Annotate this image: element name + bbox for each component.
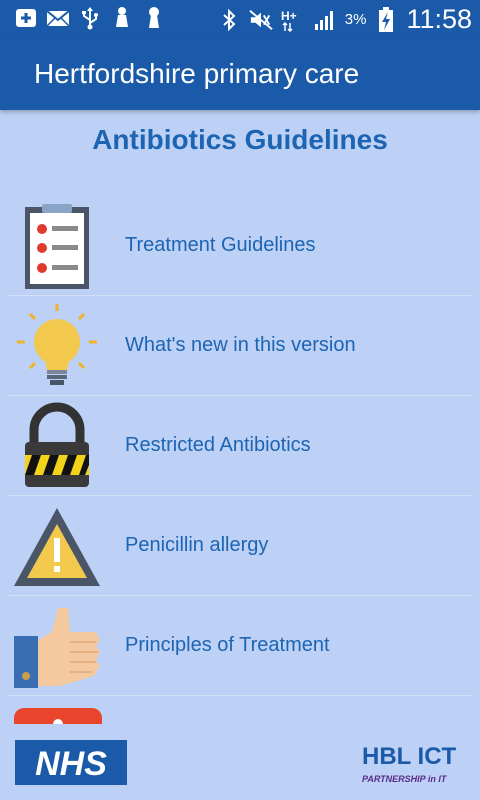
usb-icon xyxy=(78,6,102,30)
battery-percentage: 3% xyxy=(344,11,367,28)
thumbs-up-icon xyxy=(12,602,102,690)
menu-item-principles-of-treatment[interactable]: Principles of Treatment xyxy=(8,596,472,696)
bell-icon xyxy=(110,6,134,30)
keyhole-icon xyxy=(142,6,166,30)
app-bar: Hertfordshire primary care xyxy=(0,38,480,110)
menu-item-label: Treatment Guidelines xyxy=(125,234,316,256)
padlock-icon xyxy=(12,402,102,490)
mute-icon xyxy=(249,8,273,32)
hbl-ict-logo: HBL ICT PARTNERSHIP in IT xyxy=(362,740,466,785)
menu-item-partial[interactable] xyxy=(8,696,472,724)
menu-item-label: Penicillin allergy xyxy=(125,534,269,556)
clock: 11:58 xyxy=(406,4,472,34)
menu-item-label: What's new in this version xyxy=(125,334,356,356)
warning-icon xyxy=(12,502,102,590)
status-icons-right: H+ 3% 11:58 xyxy=(217,4,472,35)
bluetooth-icon xyxy=(217,8,241,32)
battery-charging-icon xyxy=(374,6,398,32)
status-icons-left xyxy=(14,6,166,30)
page-title: Antibiotics Guidelines xyxy=(92,124,388,155)
add-icon xyxy=(14,6,38,30)
menu-list: Treatment Guidelines What's new in this … xyxy=(0,196,480,724)
hbl-tagline: PARTNERSHIP in IT xyxy=(362,774,448,784)
menu-item-treatment-guidelines[interactable]: Treatment Guidelines xyxy=(8,196,472,296)
signal-icon xyxy=(313,8,337,32)
menu-item-penicillin-allergy[interactable]: Penicillin allergy xyxy=(8,496,472,596)
hbl-logo-text: HBL ICT xyxy=(362,743,457,770)
app-title: Hertfordshire primary care xyxy=(34,58,360,89)
menu-item-label: Principles of Treatment xyxy=(125,634,330,656)
email-icon xyxy=(46,6,70,30)
menu-item-whats-new[interactable]: What's new in this version xyxy=(8,296,472,396)
menu-item-restricted-antibiotics[interactable]: Restricted Antibiotics xyxy=(8,396,472,496)
nhs-logo-text: NHS xyxy=(35,745,107,783)
nhs-logo: NHS xyxy=(15,740,127,785)
lightbulb-icon xyxy=(12,302,102,390)
svg-text:H+: H+ xyxy=(281,9,297,23)
clipboard-icon xyxy=(12,202,102,290)
status-bar: H+ 3% 11:58 xyxy=(0,0,480,38)
red-icon xyxy=(12,702,102,724)
hplus-icon: H+ xyxy=(281,8,305,32)
menu-item-label: Restricted Antibiotics xyxy=(125,434,311,456)
